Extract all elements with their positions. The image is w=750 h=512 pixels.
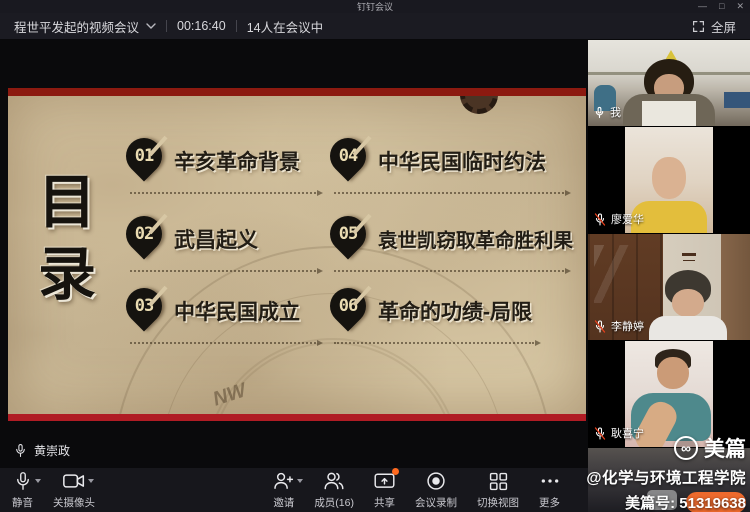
dotted-line bbox=[130, 192, 316, 194]
maximize-button[interactable]: □ bbox=[719, 2, 724, 11]
meipian-id: 美篇号: 51319638 bbox=[625, 495, 746, 512]
video-tile-me[interactable]: 我 bbox=[588, 40, 750, 126]
dotted-line bbox=[334, 192, 564, 194]
video-scene-detail bbox=[642, 101, 696, 126]
participant-figure bbox=[649, 316, 727, 340]
meipian-brand-row: ∞ 美篇 bbox=[570, 433, 746, 463]
participant-figure bbox=[657, 357, 689, 389]
dotted-line bbox=[334, 342, 534, 344]
toc-item-label: 中华民国成立 bbox=[174, 296, 300, 326]
invite-dropdown-caret[interactable] bbox=[297, 479, 303, 483]
microphone-icon bbox=[594, 106, 605, 119]
toc-item-06: 06 革命的功绩-局限 bbox=[330, 288, 580, 352]
chevron-down-icon[interactable] bbox=[146, 23, 156, 29]
video-scene-detail bbox=[682, 253, 696, 256]
divider bbox=[236, 20, 237, 32]
presentation-slide: NW 目 录 01 辛亥革命背景 02 武 bbox=[8, 88, 586, 421]
divider bbox=[166, 20, 167, 32]
toc-char: 录 bbox=[38, 246, 96, 304]
meipian-logo-icon: ∞ bbox=[674, 436, 698, 460]
slide-bottom-red-bar bbox=[8, 414, 586, 421]
fullscreen-label: 全屏 bbox=[711, 17, 736, 36]
share-screen-button[interactable]: 共享 bbox=[374, 471, 395, 510]
speaker-name: 黄崇政 bbox=[34, 442, 70, 459]
mute-dropdown-caret[interactable] bbox=[35, 479, 41, 483]
record-icon bbox=[426, 471, 446, 491]
gear-decoration bbox=[460, 96, 498, 114]
participant-name-chip: 我 bbox=[594, 104, 621, 120]
meipian-id-row: 美篇号: 51319638 bbox=[570, 492, 746, 512]
participant-name: 我 bbox=[610, 104, 621, 120]
toc-item-label: 袁世凯窃取革命胜利果 bbox=[378, 224, 573, 253]
microphone-icon bbox=[14, 471, 32, 491]
microphone-icon bbox=[14, 443, 27, 458]
participant-name-chip: 李静婷 bbox=[594, 318, 644, 334]
video-scene-detail bbox=[724, 92, 750, 108]
camera-off-button[interactable]: 关摄像头 bbox=[53, 471, 95, 510]
fullscreen-icon bbox=[692, 20, 705, 33]
invite-person-icon bbox=[273, 471, 294, 491]
toc-item-label: 武昌起义 bbox=[174, 224, 258, 254]
participant-name: 李静婷 bbox=[611, 318, 644, 334]
toc-item-04: 04 中华民国临时约法 bbox=[330, 138, 580, 202]
participant-count: 14人在会议中 bbox=[247, 17, 323, 36]
switch-view-button[interactable]: 切换视图 bbox=[477, 471, 519, 510]
active-speaker-label: 黄崇政 bbox=[14, 442, 70, 459]
dotted-line bbox=[130, 342, 316, 344]
participant-figure bbox=[652, 157, 686, 199]
camera-dropdown-caret[interactable] bbox=[88, 479, 94, 483]
slide-top-red-bar bbox=[8, 88, 586, 96]
video-tile-participant[interactable]: 耿喜宁 bbox=[588, 341, 750, 447]
video-tile-participant[interactable]: 李静婷 bbox=[588, 234, 750, 340]
members-icon bbox=[323, 471, 345, 491]
video-tile-participant[interactable]: 廖爱华 bbox=[588, 127, 750, 233]
members-button[interactable]: 成员(16) bbox=[314, 471, 354, 510]
toc-item-label: 革命的功绩-局限 bbox=[378, 296, 532, 326]
slide-body: NW 目 录 01 辛亥革命背景 02 武 bbox=[8, 96, 586, 414]
minimize-button[interactable]: — bbox=[698, 2, 707, 11]
window-titlebar: 钉钉会议 — □ ✕ bbox=[0, 0, 750, 13]
toc-char: 目 bbox=[38, 174, 96, 232]
fullscreen-button[interactable]: 全屏 bbox=[692, 17, 736, 36]
muted-microphone-icon bbox=[594, 320, 606, 333]
muted-microphone-icon bbox=[594, 213, 606, 226]
toc-item-label: 中华民国临时约法 bbox=[378, 146, 546, 176]
camera-icon bbox=[63, 472, 85, 490]
window-controls: — □ ✕ bbox=[698, 0, 744, 13]
meipian-brand-name: 美篇 bbox=[704, 433, 746, 463]
shared-screen-stage: NW 目 录 01 辛亥革命背景 02 武 bbox=[0, 40, 588, 512]
close-button[interactable]: ✕ bbox=[736, 2, 744, 11]
video-scene-detail bbox=[594, 245, 652, 303]
record-button[interactable]: 会议录制 bbox=[415, 471, 457, 510]
participant-name: 廖爱华 bbox=[611, 211, 644, 227]
toc-item-05: 05 袁世凯窃取革命胜利果 bbox=[330, 216, 580, 280]
meeting-info-bar: 程世平发起的视频会议 00:16:40 14人在会议中 全屏 bbox=[0, 13, 750, 40]
dotted-line bbox=[334, 270, 564, 272]
toc-title: 目 录 bbox=[38, 174, 96, 304]
participant-name-chip: 廖爱华 bbox=[594, 211, 644, 227]
meeting-toolbar: 静音 关摄像头 bbox=[0, 468, 588, 512]
meeting-title[interactable]: 程世平发起的视频会议 bbox=[14, 17, 139, 36]
participant-figure bbox=[672, 289, 704, 317]
meeting-duration: 00:16:40 bbox=[177, 19, 226, 33]
share-notification-dot bbox=[392, 468, 399, 475]
mute-button[interactable]: 静音 bbox=[12, 471, 33, 510]
more-ellipsis-icon bbox=[540, 471, 560, 491]
meipian-watermark: ∞ 美篇 @化学与环境工程学院 美篇号: 51319638 bbox=[570, 433, 746, 512]
more-button[interactable]: 更多 bbox=[539, 471, 560, 510]
invite-button[interactable]: 邀请 bbox=[273, 471, 294, 510]
dingtalk-meeting-window: 钉钉会议 — □ ✕ 程世平发起的视频会议 00:16:40 14人在会议中 全… bbox=[0, 0, 750, 512]
grid-layout-icon bbox=[489, 472, 508, 491]
toc-item-label: 辛亥革命背景 bbox=[174, 146, 300, 176]
dotted-line bbox=[130, 270, 316, 272]
meipian-account: @化学与环境工程学院 bbox=[570, 466, 746, 488]
share-screen-icon bbox=[374, 472, 395, 491]
window-title: 钉钉会议 bbox=[357, 0, 393, 13]
